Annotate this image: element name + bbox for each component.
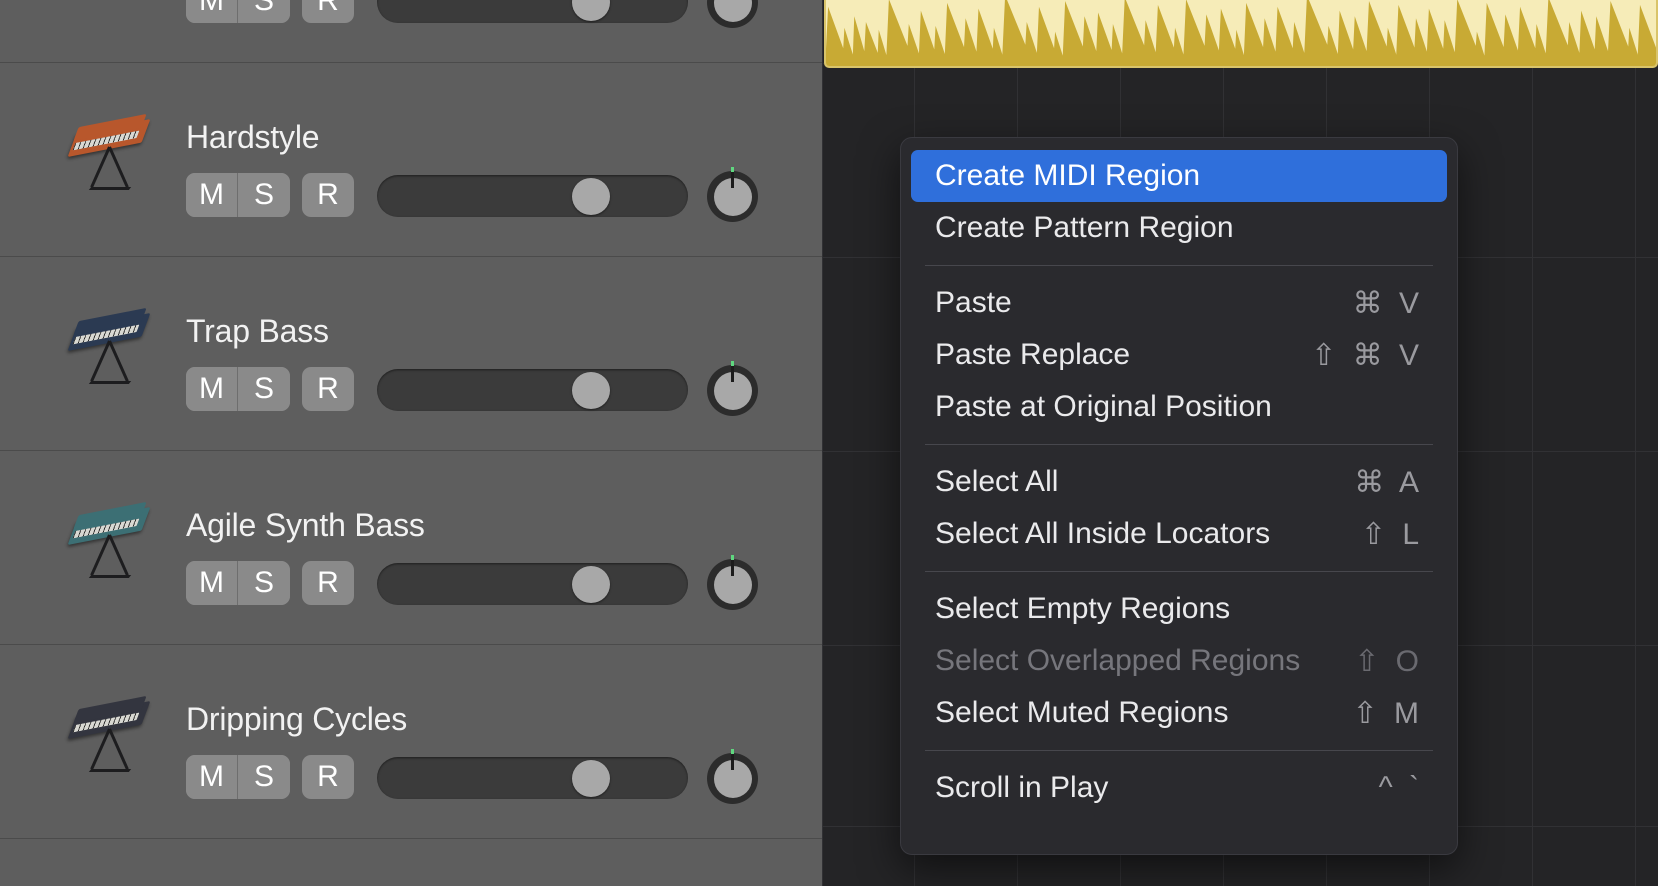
synthesizer-keyboard-icon [67, 499, 154, 579]
menu-item-label: Paste Replace [935, 338, 1131, 371]
track-row[interactable]: Hardstyle M S R [0, 63, 822, 257]
track-row[interactable]: MSR [0, 0, 822, 63]
menu-item-label: Select All [935, 465, 1059, 498]
record-enable-button[interactable]: R [302, 173, 354, 217]
track-name: Trap Bass [186, 313, 329, 349]
menu-item-shortcut: ^ ` [1378, 771, 1423, 804]
track-msr-buttons: MSR [186, 755, 354, 799]
track-row[interactable]: Dripping Cycles M S R [0, 645, 822, 839]
track-row[interactable]: Trap Bass M S R [0, 257, 822, 451]
menu-item-label: Create Pattern Region [935, 211, 1234, 244]
volume-slider-thumb[interactable] [572, 178, 611, 215]
menu-item-paste-replace[interactable]: Paste Replace ⇧ ⌘ V [911, 329, 1447, 381]
logic-pro-window: M S R Hardstyle M S R Trap Bass M S R Agile Synth B… [0, 0, 1658, 886]
pan-knob[interactable] [707, 360, 758, 416]
menu-item-shortcut: ⌘ A [1354, 465, 1423, 499]
menu-item-label: Select Muted Regions [935, 696, 1229, 729]
solo-button[interactable]: S [238, 367, 290, 411]
track-row[interactable]: MSR [0, 839, 822, 886]
pan-knob[interactable] [707, 554, 758, 610]
menu-item-label: Select Empty Regions [935, 592, 1231, 625]
solo-button[interactable]: S [238, 0, 290, 23]
volume-slider[interactable] [377, 369, 688, 411]
mute-button[interactable]: M [186, 755, 238, 799]
menu-separator [925, 750, 1433, 751]
menu-item-label: Paste at Original Position [935, 390, 1272, 423]
solo-button[interactable]: S [238, 755, 290, 799]
record-enable-button[interactable]: R [302, 755, 354, 799]
waveform-icon [826, 0, 1656, 66]
menu-item-shortcut: ⇧ L [1360, 517, 1423, 551]
mute-button[interactable]: M [186, 173, 238, 217]
menu-item-label: Scroll in Play [935, 771, 1109, 804]
track-msr-buttons: MSR [186, 367, 354, 411]
grid-line [1635, 0, 1636, 886]
record-enable-button[interactable]: R [302, 0, 354, 23]
solo-button[interactable]: S [238, 173, 290, 217]
menu-separator [925, 265, 1433, 266]
record-enable-button[interactable]: R [302, 367, 354, 411]
menu-item-select-muted-regions[interactable]: Select Muted Regions ⇧ M [911, 687, 1447, 739]
menu-item-scroll-in-play[interactable]: Scroll in Play ^ ` [911, 762, 1447, 814]
track-row[interactable]: Agile Synth Bass M S R [0, 451, 822, 645]
menu-item-select-overlapped-regions: Select Overlapped Regions ⇧ O [911, 635, 1447, 687]
mute-button[interactable]: M [186, 561, 238, 605]
track-msr-buttons: MSR [186, 561, 354, 605]
track-name: Dripping Cycles [186, 701, 408, 737]
menu-item-create-midi-region[interactable]: Create MIDI Region [911, 150, 1447, 202]
volume-slider-thumb[interactable] [572, 372, 611, 409]
menu-item-label: Select All Inside Locators [935, 517, 1271, 550]
record-enable-button[interactable]: R [302, 561, 354, 605]
track-name: Hardstyle [186, 119, 320, 155]
volume-slider[interactable] [377, 0, 688, 23]
mute-button[interactable]: M [186, 0, 238, 23]
solo-button[interactable]: S [238, 561, 290, 605]
menu-item-select-all[interactable]: Select All ⌘ A [911, 456, 1447, 508]
menu-item-shortcut: ⇧ ⌘ V [1311, 338, 1423, 372]
pan-knob[interactable] [707, 748, 758, 804]
synthesizer-keyboard-icon [67, 693, 154, 773]
menu-separator [925, 444, 1433, 445]
menu-item-select-empty-regions[interactable]: Select Empty Regions [911, 583, 1447, 635]
pan-knob[interactable] [707, 0, 758, 28]
volume-slider-thumb[interactable] [572, 566, 611, 603]
volume-slider-thumb[interactable] [572, 760, 611, 797]
synthesizer-keyboard-icon [67, 305, 154, 385]
track-headers-panel: M S R Hardstyle M S R Trap Bass M S R Agile Synth B… [0, 0, 822, 886]
arrange-context-menu[interactable]: Create MIDI Region Create Pattern Region P… [900, 137, 1458, 855]
volume-slider[interactable] [377, 563, 688, 605]
track-name: Agile Synth Bass [186, 507, 425, 543]
track-msr-buttons: MSR [186, 0, 354, 23]
track-msr-buttons: MSR [186, 173, 354, 217]
menu-item-label: Paste [935, 286, 1012, 319]
audio-region[interactable] [824, 0, 1658, 68]
volume-slider[interactable] [377, 175, 688, 217]
menu-item-create-pattern-region[interactable]: Create Pattern Region [911, 202, 1447, 254]
menu-item-label: Create MIDI Region [935, 159, 1201, 192]
menu-item-select-all-inside-locators[interactable]: Select All Inside Locators ⇧ L [911, 508, 1447, 560]
volume-slider-thumb[interactable] [572, 0, 611, 21]
menu-separator [925, 571, 1433, 572]
mute-button[interactable]: M [186, 367, 238, 411]
menu-item-label: Select Overlapped Regions [935, 644, 1301, 677]
menu-item-shortcut: ⇧ O [1354, 644, 1423, 678]
menu-item-paste[interactable]: Paste ⌘ V [911, 277, 1447, 329]
menu-item-shortcut: ⇧ M [1352, 696, 1423, 730]
menu-item-paste-at-original-position[interactable]: Paste at Original Position [911, 381, 1447, 433]
menu-item-shortcut: ⌘ V [1352, 286, 1423, 320]
grid-line [1532, 0, 1533, 886]
grid-line [822, 0, 823, 886]
volume-slider[interactable] [377, 757, 688, 799]
pan-knob[interactable] [707, 166, 758, 222]
synthesizer-keyboard-icon [67, 111, 154, 191]
